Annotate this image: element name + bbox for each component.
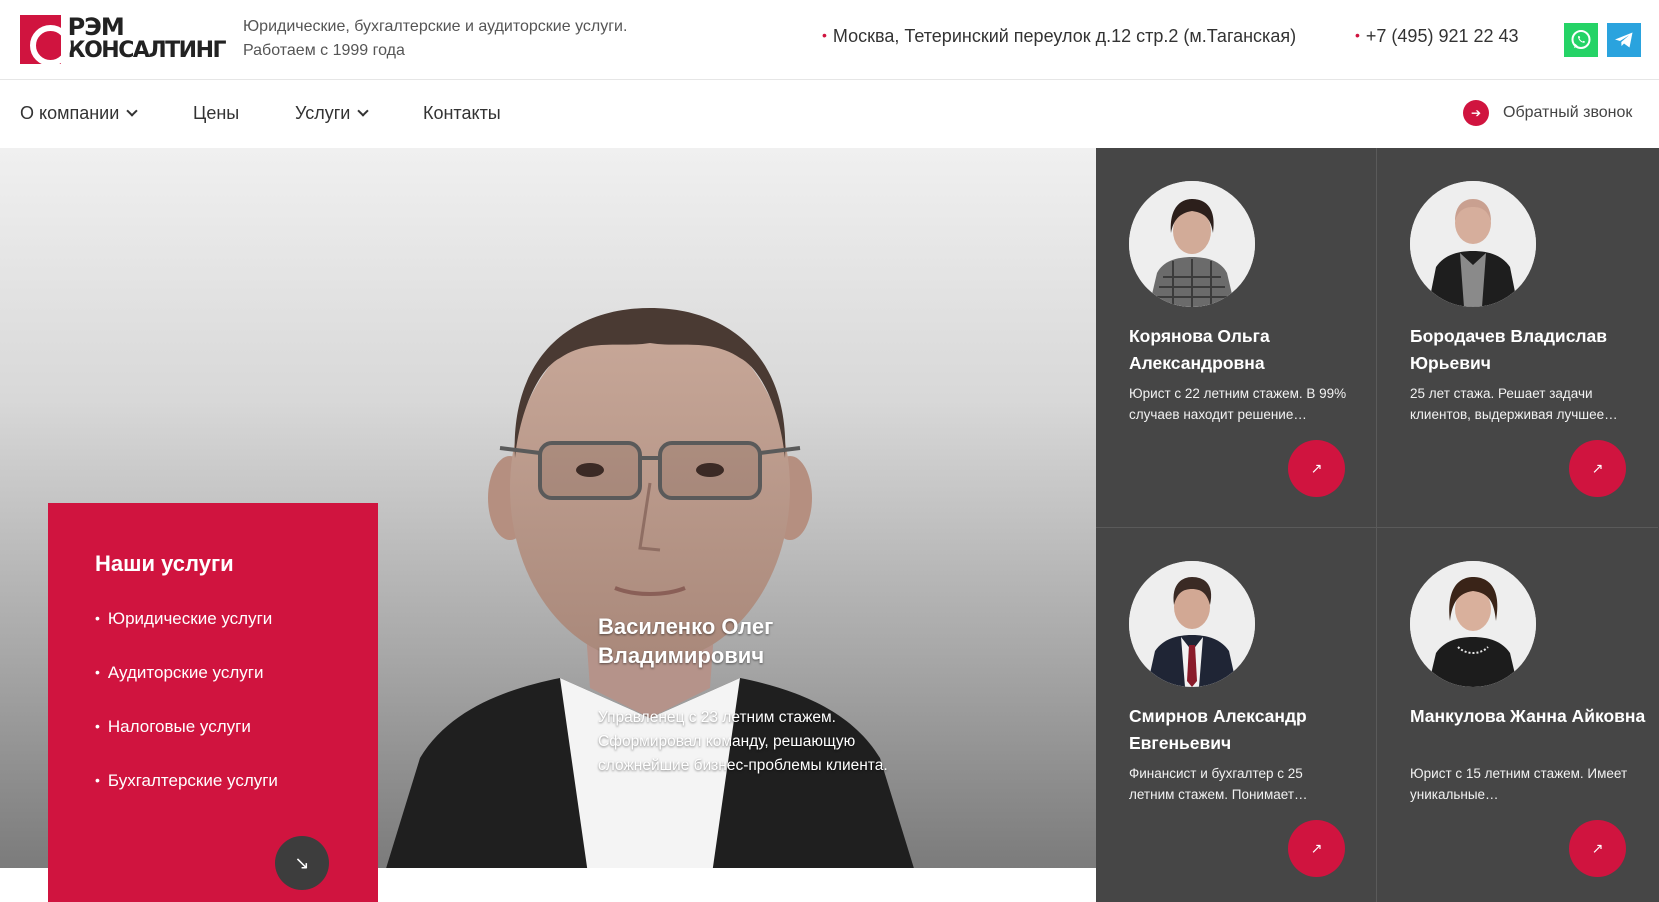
team-member-description: 25 лет стажа. Решает задачи клиентов, вы… (1410, 386, 1618, 422)
nav-item-contacts[interactable]: Контакты (423, 103, 501, 124)
company-tagline: Юридические, бухгалтерские и аудиторские… (243, 15, 663, 63)
logo-line-2: КОНСАЛТИНГ (67, 38, 227, 63)
callback-label: Обратный звонок (1503, 104, 1633, 121)
arrow-right-icon: ➔ (1463, 100, 1489, 126)
logo-mark-icon (20, 14, 71, 66)
chevron-down-icon (357, 105, 370, 117)
arrow-up-right-icon: ↗ (1591, 460, 1604, 476)
address-text: Москва, Тетеринский переулок д.12 стр.2 … (832, 26, 1297, 46)
services-title: Наши услуги (95, 551, 234, 576)
team-member-more-button[interactable]: ↗ (1288, 440, 1345, 497)
team-member-more-button[interactable]: ↗ (1569, 440, 1626, 497)
service-link-accounting[interactable]: Бухгалтерские услуги (95, 771, 278, 825)
arrow-up-right-icon: ↗ (1310, 460, 1323, 476)
avatar (1129, 561, 1255, 687)
bullet-icon: • (1355, 27, 1360, 43)
team-card: Манкулова Жанна Айковна Юрист с 15 летни… (1377, 528, 1658, 902)
services-scroll-button[interactable]: ↘ (275, 836, 329, 890)
logo-line-1: РЭМ (67, 13, 125, 41)
whatsapp-button[interactable] (1564, 23, 1598, 57)
site-header: РЭМ КОНСАЛТИНГ Юридические, бухгалтерски… (0, 0, 1659, 80)
tagline-line-1: Юридические, бухгалтерские и аудиторские… (243, 18, 628, 35)
nav-label-about: О компании (20, 103, 120, 123)
whatsapp-icon (1571, 30, 1591, 49)
team-member-description: Юрист с 22 летним стажем. В 99% случаев … (1129, 386, 1347, 422)
bullet-icon: • (822, 27, 827, 43)
team-member-description: Юрист с 15 летним стажем. Имеет уникальн… (1410, 766, 1628, 802)
team-member-more-button[interactable]: ↗ (1569, 820, 1626, 877)
main-nav: О компании Цены Услуги Контакты ➔ Обратн… (0, 80, 1659, 148)
nav-label-contacts: Контакты (423, 103, 501, 123)
phone-link[interactable]: • +7 (495) 921 22 43 (1355, 26, 1519, 47)
arrow-down-right-icon: ↘ (294, 852, 310, 873)
telegram-button[interactable] (1607, 23, 1641, 57)
team-photo-1 (1129, 181, 1255, 307)
team-card: Корянова Ольга Александровна Юрист с 22 … (1096, 148, 1377, 528)
director-photo (386, 308, 914, 868)
service-link-tax[interactable]: Налоговые услуги (95, 717, 278, 771)
avatar (1129, 181, 1255, 307)
avatar (1410, 181, 1536, 307)
team-member-name: Бородачев Владислав Юрьевич (1410, 326, 1608, 373)
nav-item-prices[interactable]: Цены (193, 103, 239, 124)
nav-item-about[interactable]: О компании (20, 103, 138, 124)
hero-person-description: Управленец с 23 летним стажем. Сформиров… (598, 709, 888, 774)
team-member-name: Корянова Ольга Александровна (1129, 326, 1270, 373)
nav-label-prices: Цены (193, 103, 240, 123)
nav-label-services: Услуги (295, 103, 351, 123)
office-address[interactable]: • Москва, Тетеринский переулок д.12 стр.2… (822, 26, 1296, 47)
team-member-name: Смирнов Александр Евгеньевич (1129, 706, 1307, 753)
service-link-audit[interactable]: Аудиторские услуги (95, 663, 278, 717)
phone-text: +7 (495) 921 22 43 (1365, 26, 1519, 46)
services-panel: Наши услуги Юридические услуги Аудиторск… (48, 503, 378, 902)
telegram-icon (1615, 32, 1633, 48)
hero-person-name: Василенко Олег Владимирович (598, 614, 774, 668)
services-list: Юридические услуги Аудиторские услуги На… (95, 609, 278, 825)
logo-text: РЭМ КОНСАЛТИНГ (67, 13, 227, 63)
team-card: Бородачев Владислав Юрьевич 25 лет стажа… (1377, 148, 1658, 528)
team-member-description: Финансист и бухгалтер с 25 летним стажем… (1129, 766, 1308, 802)
chevron-down-icon (126, 105, 138, 117)
logo[interactable]: РЭМ КОНСАЛТИНГ (20, 13, 227, 66)
tagline-line-2: Работаем с 1999 года (243, 42, 405, 59)
team-photo-3 (1129, 561, 1255, 687)
team-grid: Корянова Ольга Александровна Юрист с 22 … (1096, 148, 1659, 902)
service-link-legal[interactable]: Юридические услуги (95, 609, 278, 663)
team-member-name: Манкулова Жанна Айковна (1410, 706, 1646, 726)
arrow-up-right-icon: ↗ (1591, 840, 1604, 856)
nav-item-services[interactable]: Услуги (295, 103, 370, 124)
arrow-up-right-icon: ↗ (1310, 840, 1323, 856)
team-member-more-button[interactable]: ↗ (1288, 820, 1345, 877)
avatar (1410, 561, 1536, 687)
callback-button[interactable]: ➔ Обратный звонок (1463, 100, 1632, 126)
team-photo-4 (1410, 561, 1536, 687)
team-photo-2 (1410, 181, 1536, 307)
team-card: Смирнов Александр Евгеньевич Финансист и… (1096, 528, 1377, 902)
